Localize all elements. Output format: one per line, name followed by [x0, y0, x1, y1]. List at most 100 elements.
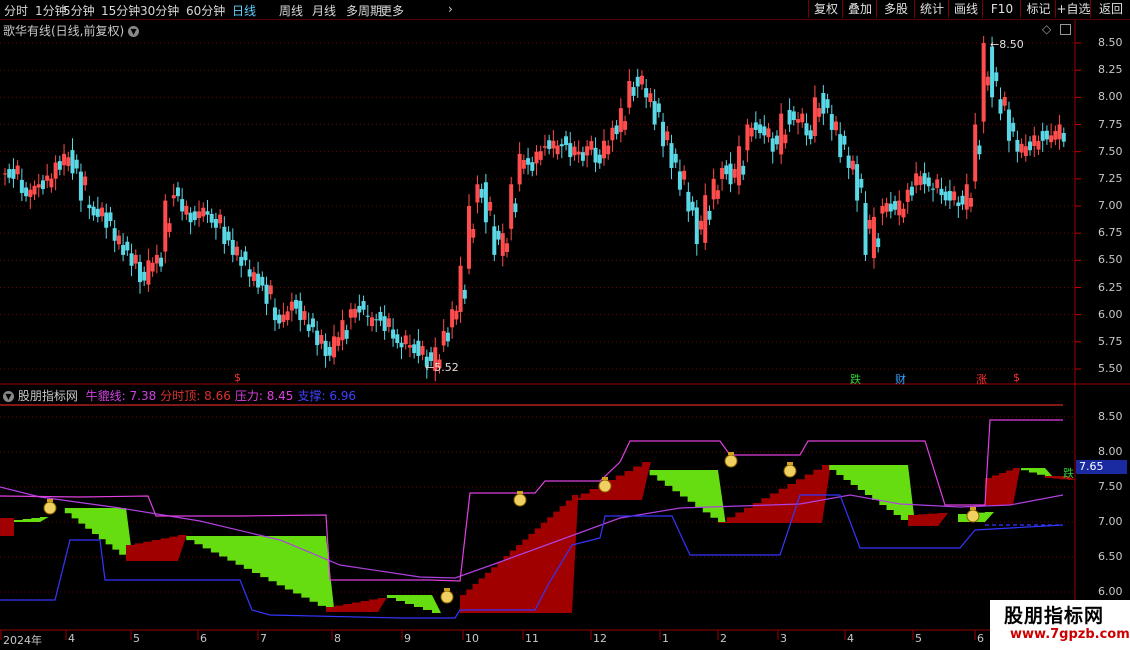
candle-body [758, 124, 763, 134]
candle-body [108, 212, 113, 222]
indicator-axis-label: 6.50 [1098, 550, 1123, 563]
candle-body [981, 43, 986, 122]
low-marker-label: ←5.52 [425, 361, 459, 374]
candle-body [530, 162, 535, 171]
candle-body [45, 175, 50, 181]
money-bag-icon [517, 491, 523, 494]
money-bag-icon [970, 507, 976, 510]
candle-body [926, 177, 931, 187]
candle-body [167, 223, 172, 232]
candle-body [665, 131, 670, 141]
candle-body [205, 211, 210, 215]
candle-body [880, 206, 885, 214]
candle-body [593, 147, 598, 163]
candle-body [614, 125, 619, 135]
candle-body [137, 261, 142, 283]
candle-body [1011, 122, 1016, 132]
event-mark[interactable]: 涨 [976, 371, 987, 387]
candle-body [382, 316, 387, 331]
candle-body [445, 332, 450, 342]
candle-body [365, 315, 370, 317]
indicator-block [14, 517, 49, 522]
candle-body [850, 160, 855, 170]
candle-body [779, 113, 784, 155]
candle-body [821, 92, 826, 114]
candle-body [893, 201, 898, 210]
candle-body [631, 87, 636, 96]
candle-body [922, 173, 927, 185]
high-marker-label: ←8.50 [990, 38, 1024, 51]
candle-body [49, 178, 54, 188]
candle-body [66, 157, 71, 166]
candle-body [985, 76, 990, 86]
candle-body [973, 124, 978, 182]
candle-body [707, 211, 712, 220]
candle-body [1049, 135, 1054, 143]
candle-body [62, 153, 67, 166]
candle-body [1053, 130, 1058, 140]
candle-body [57, 161, 62, 170]
price-axis-label: 5.50 [1098, 362, 1123, 375]
candle-body [91, 206, 96, 216]
candle-body [407, 345, 412, 348]
candle-body [197, 211, 202, 219]
candle-body [121, 244, 126, 255]
candle-body [943, 191, 948, 201]
candle-body [171, 195, 176, 199]
date-axis-label: 6 [200, 632, 207, 645]
money-bag-icon [444, 588, 450, 591]
indicator-dropdown-icon[interactable]: ▼ [3, 391, 14, 402]
candle-body [699, 220, 704, 230]
candle-body [391, 329, 396, 339]
indicator-block [460, 495, 579, 613]
event-mark[interactable]: 跌 [850, 371, 861, 387]
chart-canvas[interactable] [0, 0, 1130, 650]
date-axis-label: 2024年 [3, 634, 42, 647]
candle-body [74, 159, 79, 169]
candle-body [483, 182, 488, 223]
candle-body [1019, 143, 1024, 153]
candle-body [213, 219, 218, 228]
candle-body [180, 199, 185, 212]
candle-body [7, 169, 12, 178]
candle-body [19, 179, 24, 193]
candle-body [374, 319, 379, 321]
candle-body [361, 301, 366, 310]
candle-body [40, 180, 45, 190]
indicator-block [378, 595, 441, 613]
candle-body [289, 301, 294, 311]
indicator-axis-label: 7.50 [1098, 480, 1123, 493]
money-bag-icon [783, 464, 797, 478]
candle-body [639, 75, 644, 85]
candle-body [580, 152, 585, 161]
candle-body [53, 162, 58, 179]
candle-body [905, 189, 910, 202]
candle-body [521, 159, 526, 169]
candle-body [652, 101, 657, 125]
legend-item: 牛貔线: 7.38 [85, 389, 157, 403]
legend-item: 分时顶: 8.66 [160, 389, 231, 403]
candle-body [260, 276, 265, 286]
candle-body [264, 284, 269, 304]
candle-body [846, 155, 851, 168]
candle-body [230, 239, 235, 255]
candle-body [918, 176, 923, 185]
candle-body [538, 151, 543, 160]
indicator-block [908, 513, 948, 526]
indicator-axis-label: 7.00 [1098, 515, 1123, 528]
price-axis-label: 8.00 [1098, 90, 1123, 104]
current-value-tag: 7.65 [1076, 460, 1127, 474]
candle-body [277, 314, 282, 324]
price-axis-label: 7.25 [1098, 171, 1123, 185]
candle-body [3, 173, 7, 175]
candle-body [247, 269, 252, 277]
candle-body [884, 203, 889, 212]
candle-body [909, 186, 914, 196]
event-mark[interactable]: $ [234, 371, 241, 384]
indicator-legend: ▼ 股朋指标网 牛貔线: 7.38 分时顶: 8.66 压力: 8.45 支撑: 6.… [3, 387, 356, 404]
event-mark[interactable]: $ [1013, 371, 1020, 384]
date-axis-label: 7 [260, 632, 267, 645]
indicator-block [126, 535, 187, 561]
event-mark[interactable]: 财 [895, 371, 906, 387]
candle-body [867, 220, 872, 229]
